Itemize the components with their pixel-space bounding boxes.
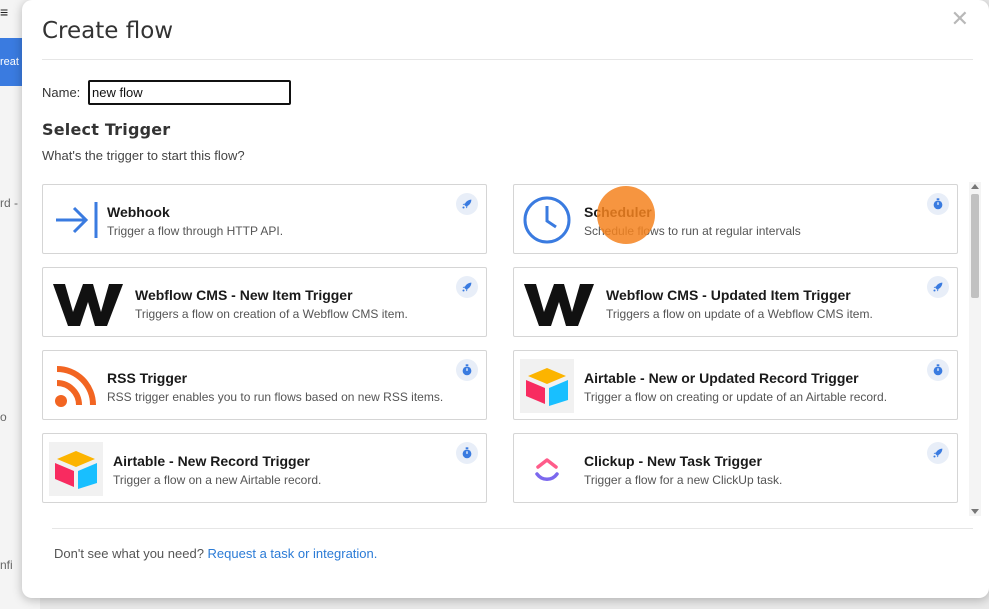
trigger-description: Triggers a flow on update of a Webflow C…	[606, 307, 873, 321]
divider	[42, 59, 973, 60]
trigger-title: Webhook	[107, 204, 170, 220]
trigger-title: Webflow CMS - Updated Item Trigger	[606, 287, 851, 303]
trigger-description: Triggers a flow on creation of a Webflow…	[135, 307, 408, 321]
name-input[interactable]	[88, 80, 291, 105]
stopwatch-icon	[456, 442, 478, 464]
close-icon[interactable]: ✕	[951, 8, 969, 30]
name-label: Name:	[42, 85, 81, 100]
trigger-card-rss[interactable]: RSS Trigger RSS trigger enables you to r…	[42, 350, 487, 420]
webflow-logo-icon	[520, 276, 598, 330]
footer-text: Don't see what you need?	[54, 546, 204, 561]
rocket-icon	[456, 193, 478, 215]
airtable-logo-icon	[520, 359, 574, 413]
section-subtitle: What's the trigger to start this flow?	[42, 148, 245, 163]
rocket-icon	[927, 442, 949, 464]
background-text: nfi	[0, 558, 13, 572]
rocket-icon	[456, 276, 478, 298]
stopwatch-icon	[456, 359, 478, 381]
scrollbar-thumb[interactable]	[971, 194, 979, 298]
trigger-title: Airtable - New Record Trigger	[113, 453, 310, 469]
scroll-down-icon[interactable]	[971, 509, 979, 514]
trigger-card-webflow-new-item[interactable]: Webflow CMS - New Item Trigger Triggers …	[42, 267, 487, 337]
trigger-title: Clickup - New Task Trigger	[584, 453, 762, 469]
trigger-card-clickup-new-task[interactable]: Clickup - New Task Trigger Trigger a flo…	[513, 433, 958, 503]
background-text: rd -	[0, 196, 18, 210]
trigger-title: RSS Trigger	[107, 370, 188, 386]
cursor-highlight	[597, 186, 655, 244]
divider	[52, 528, 973, 529]
rss-icon	[49, 359, 103, 413]
request-integration-link[interactable]: Request a task or integration.	[208, 546, 378, 561]
webflow-logo-icon	[49, 276, 127, 330]
stopwatch-icon	[927, 193, 949, 215]
trigger-description: Trigger a flow through HTTP API.	[107, 224, 284, 238]
trigger-description: RSS trigger enables you to run flows bas…	[107, 390, 444, 404]
trigger-card-airtable-new-record[interactable]: Airtable - New Record Trigger Trigger a …	[42, 433, 487, 503]
trigger-description: Trigger a flow for a new ClickUp task.	[584, 473, 783, 487]
clock-icon	[520, 193, 574, 247]
trigger-card-airtable-new-or-updated[interactable]: Airtable - New or Updated Record Trigger…	[513, 350, 958, 420]
modal-title: Create flow	[42, 18, 174, 44]
trigger-title: Webflow CMS - New Item Trigger	[135, 287, 353, 303]
clickup-logo-icon	[520, 442, 574, 496]
scroll-up-icon[interactable]	[971, 184, 979, 189]
trigger-card-webhook[interactable]: Webhook Trigger a flow through HTTP API.	[42, 184, 487, 254]
rocket-icon	[927, 276, 949, 298]
trigger-grid: Webhook Trigger a flow through HTTP API.…	[42, 184, 960, 516]
trigger-description: Trigger a flow on a new Airtable record.	[113, 473, 322, 487]
trigger-description: Trigger a flow on creating or update of …	[584, 390, 888, 404]
trigger-title: Airtable - New or Updated Record Trigger	[584, 370, 859, 386]
trigger-card-scheduler[interactable]: Scheduler Schedule flows to run at regul…	[513, 184, 958, 254]
footer-note: Don't see what you need? Request a task …	[54, 546, 377, 561]
stopwatch-icon	[927, 359, 949, 381]
create-flow-modal: ✕ Create flow Name: Select Trigger What'…	[22, 0, 989, 598]
airtable-logo-icon	[49, 442, 103, 496]
menu-icon: ≡	[0, 4, 9, 20]
arrow-into-bar-icon	[49, 193, 103, 247]
scrollbar[interactable]	[969, 182, 981, 516]
trigger-card-webflow-updated-item[interactable]: Webflow CMS - Updated Item Trigger Trigg…	[513, 267, 958, 337]
section-title: Select Trigger	[42, 120, 171, 139]
background-text: o	[0, 410, 7, 424]
